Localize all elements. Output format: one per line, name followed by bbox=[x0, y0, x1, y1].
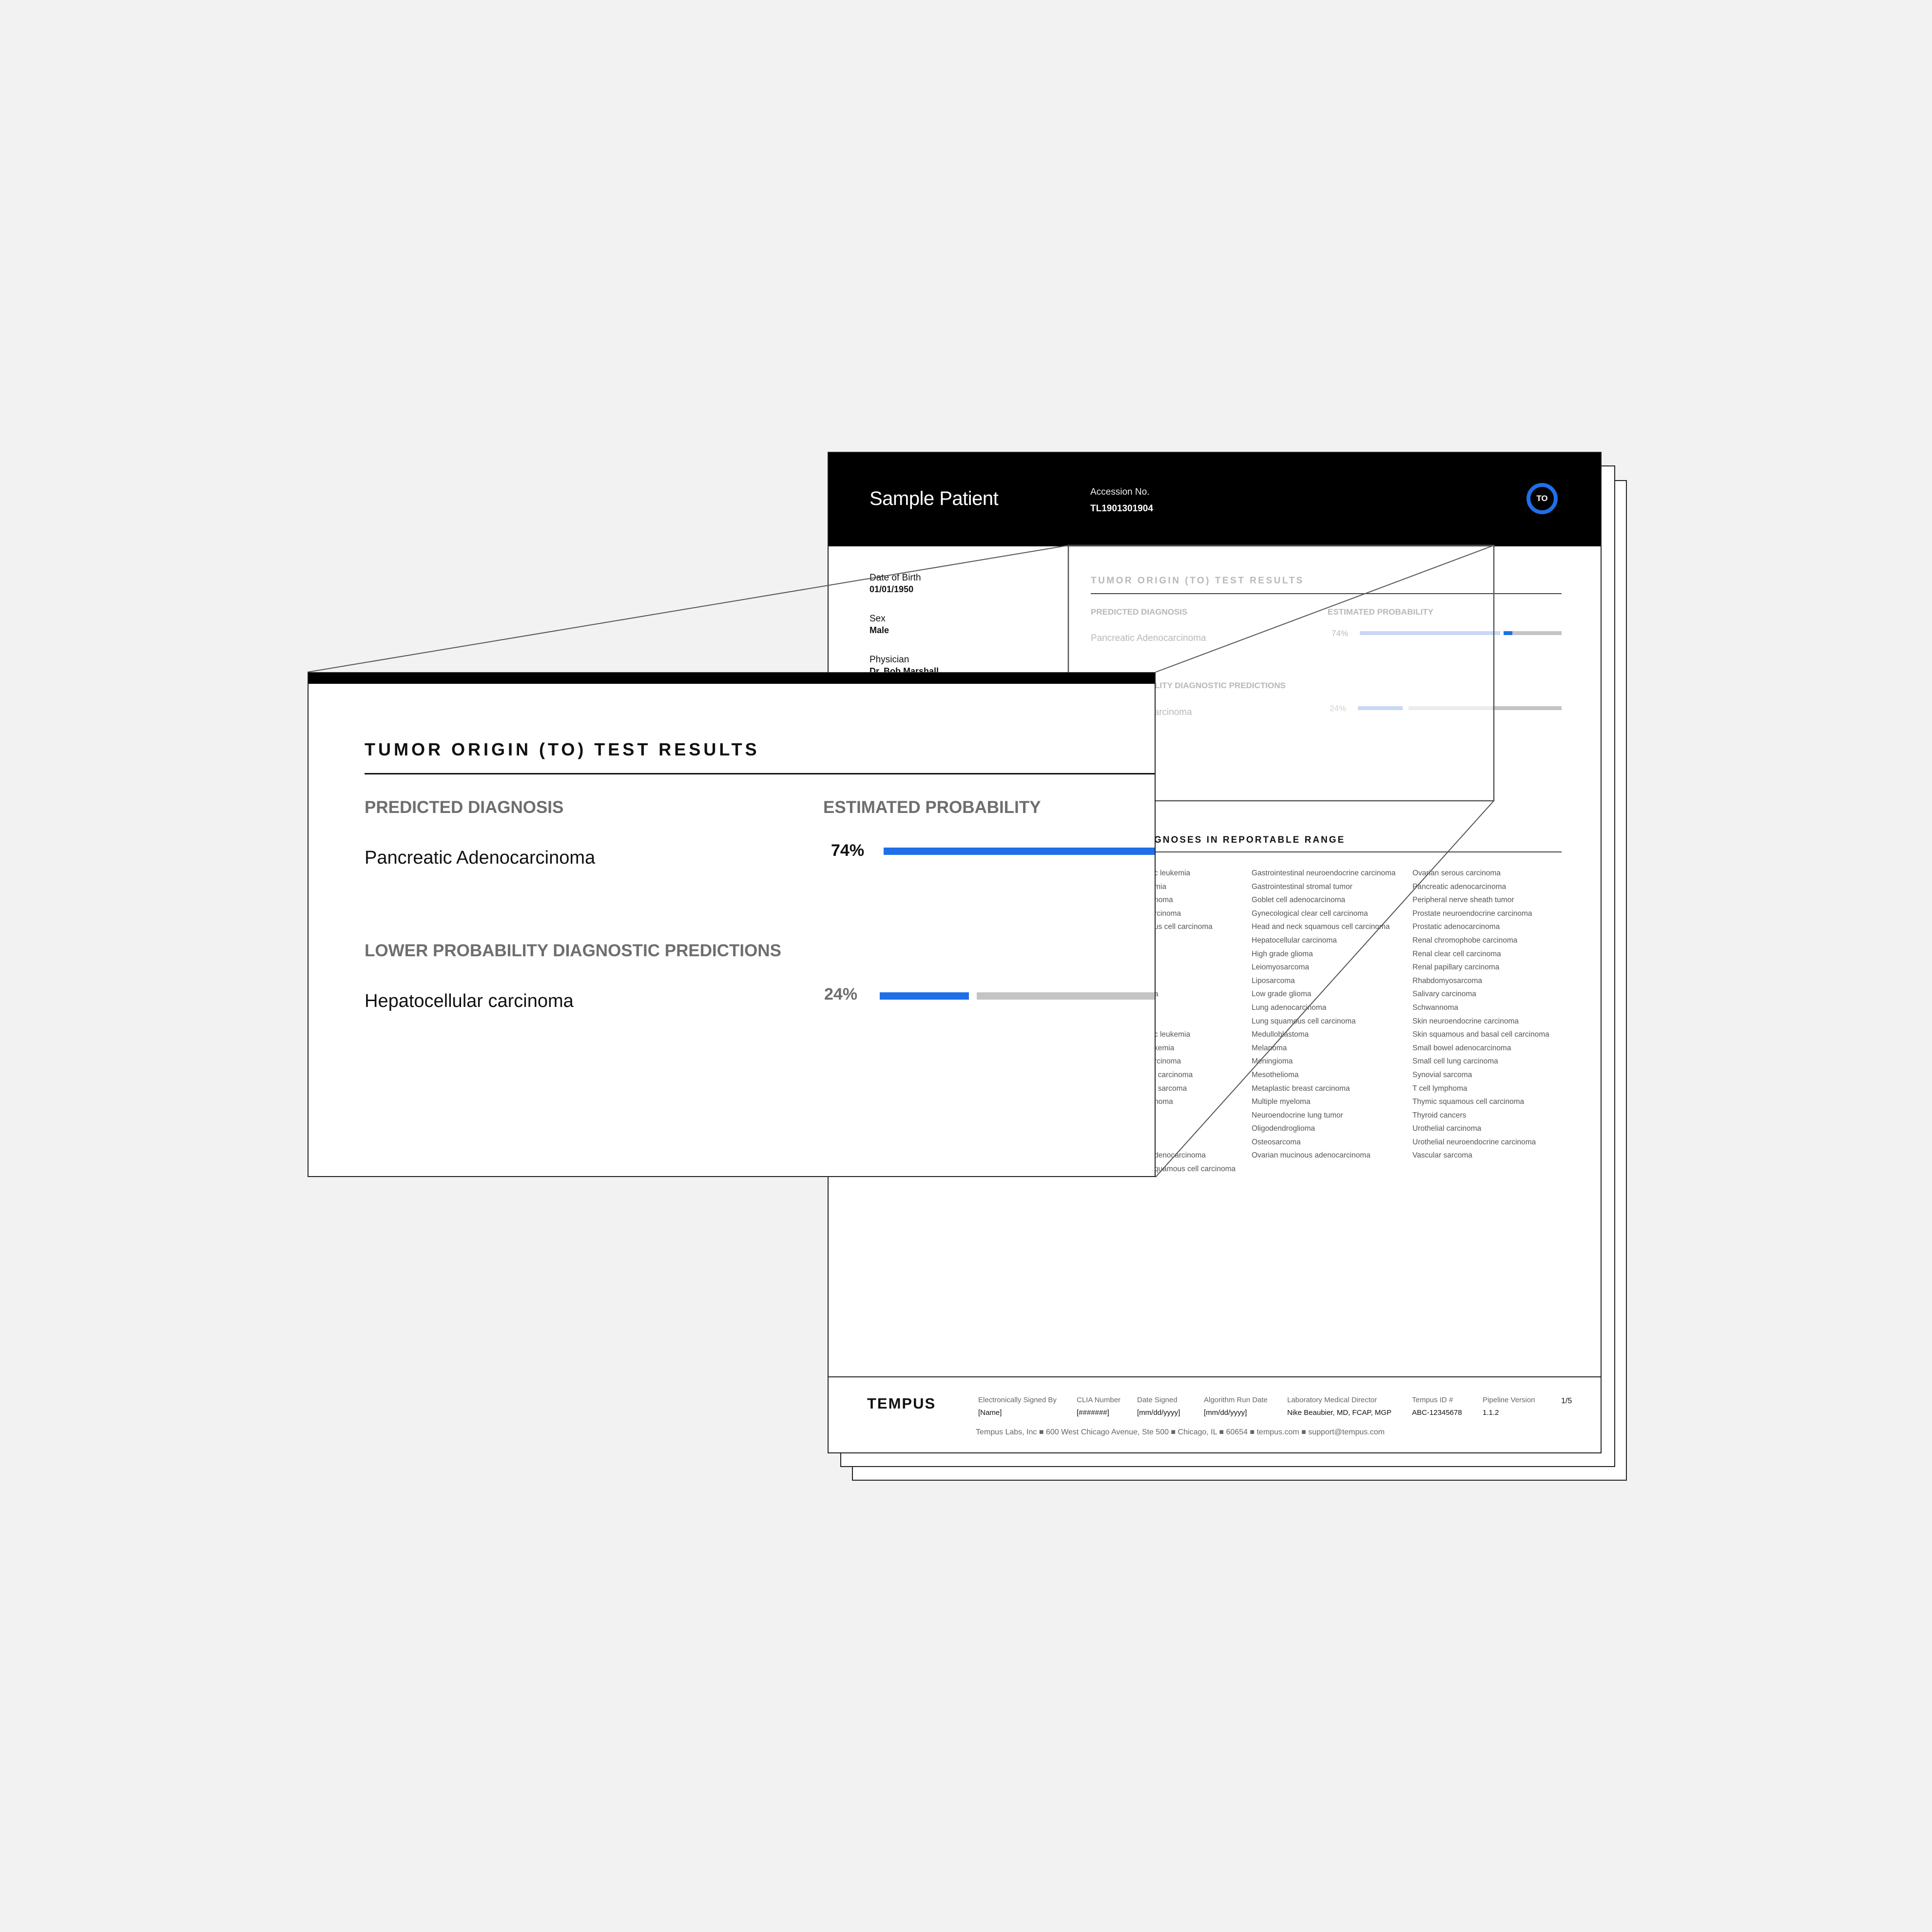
callout-lower-header: LOWER PROBABILITY DIAGNOSTIC PREDICTIONS bbox=[365, 941, 781, 960]
callout-lower-pct: 24% bbox=[824, 985, 858, 1004]
callout-results-title: TUMOR ORIGIN (TO) TEST RESULTS bbox=[365, 739, 760, 759]
callout-lower-bar bbox=[880, 992, 969, 1000]
zoom-callout: TUMOR ORIGIN (TO) TEST RESULTS PREDICTED… bbox=[308, 672, 1156, 1177]
callout-lower-bar-remainder bbox=[977, 992, 1155, 1000]
projection-line-top-right bbox=[1155, 545, 1494, 673]
callout-predicted-bar bbox=[884, 848, 1155, 855]
callout-predicted-header: PREDICTED DIAGNOSIS bbox=[365, 798, 564, 817]
callout-top-bar bbox=[309, 673, 1155, 684]
callout-lower-diagnosis: Hepatocellular carcinoma bbox=[365, 991, 574, 1011]
callout-probability-header: ESTIMATED PROBABILITY bbox=[823, 798, 1041, 817]
callout-predicted-pct: 74% bbox=[831, 841, 865, 860]
callout-title-rule bbox=[365, 773, 1155, 774]
projection-line-bottom-right bbox=[1155, 800, 1494, 1178]
callout-predicted-diagnosis: Pancreatic Adenocarcinoma bbox=[365, 848, 596, 868]
projection-line-top-left bbox=[307, 545, 1069, 673]
